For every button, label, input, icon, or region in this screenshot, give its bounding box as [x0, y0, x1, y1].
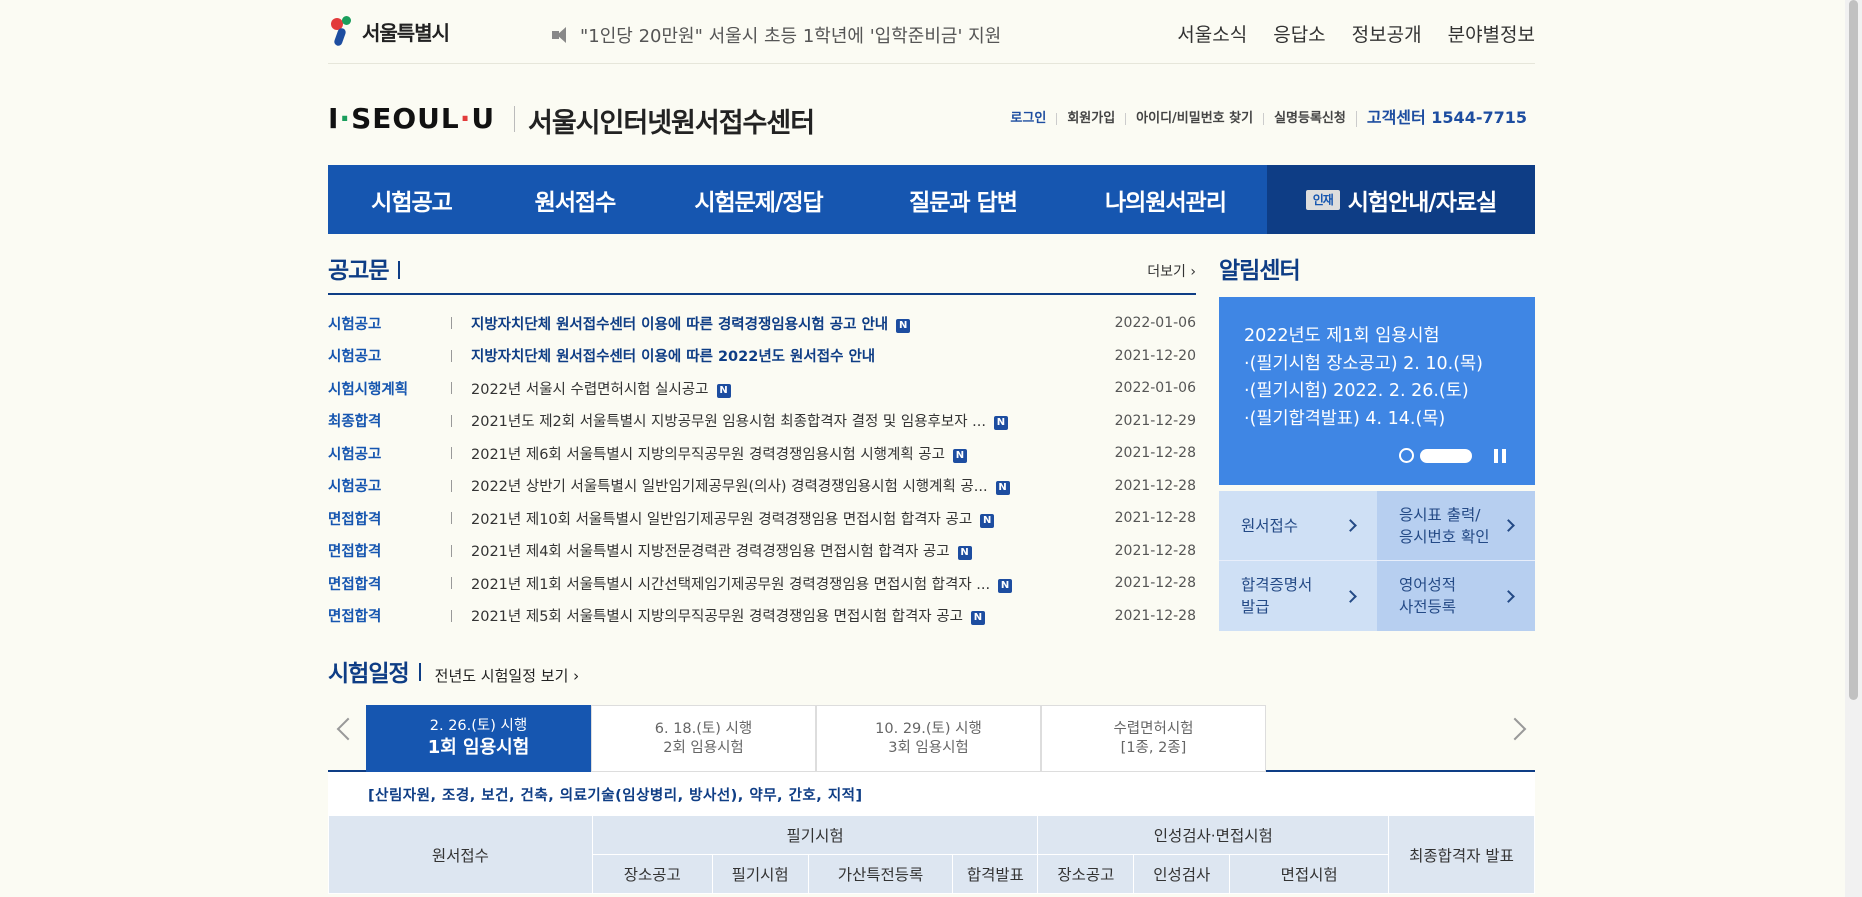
nav-application[interactable]: 원서접수 [495, 165, 655, 234]
nav-exam-questions-answers[interactable]: 시험문제/정답 [655, 165, 862, 234]
chevron-right-icon [1502, 589, 1515, 603]
alarm-center: 알림센터 2022년도 제1회 임용시험 ·(필기시험 장소공고) 2. 10.… [1219, 251, 1535, 631]
new-badge: N [896, 318, 911, 333]
notice-row[interactable]: 면접합격 2021년 제5회 서울특별시 지방의무직공무원 경력경쟁임용 면접시험… [328, 600, 1196, 633]
top-nav-field-info[interactable]: 분야별정보 [1448, 20, 1535, 47]
page-scrollbar[interactable] [1845, 0, 1862, 897]
alarm-banner[interactable]: 2022년도 제1회 임용시험 ·(필기시험 장소공고) 2. 10.(목) ·… [1219, 297, 1535, 485]
notice-row[interactable]: 시험공고 지방자치단체 원서접수센터 이용에 따른 2022년도 원서접수 안내 2… [328, 340, 1196, 373]
news-text: "1인당 20만원" 서울시 초등 1학년에 '입학준비금' 지원 [580, 26, 1002, 47]
new-badge: N [970, 611, 985, 626]
new-badge: N [952, 448, 967, 463]
notice-section: 공고문 더보기 › 시험공고 지방자치단체 원서접수센터 이용에 따른 경력경쟁임… [328, 251, 1196, 632]
notice-row[interactable]: 시험공고 2022년 상반기 서울특별시 일반임기제공무원(의사) 경력경쟁임용시… [328, 470, 1196, 503]
chevron-right-icon [1502, 519, 1515, 532]
exam-fields: [산림자원, 조경, 보건, 건축, 의료기술(임상병리, 방사선), 약무, … [328, 772, 1535, 815]
chevron-left-icon[interactable] [336, 717, 360, 741]
nav-qna[interactable]: 질문과 답변 [862, 165, 1064, 234]
schedule-table: 원서접수 필기시험 인성검사·면접시험 최종합격자 발표 장소공고 필기시험 가… [328, 815, 1535, 894]
quick-apply[interactable]: 원서접수 [1219, 491, 1377, 561]
quick-admission-ticket[interactable]: 응시표 출력/응시번호 확인 [1377, 491, 1535, 561]
col-apply: 원서접수 [328, 815, 593, 894]
customer-center: 고객센터 1544-7715 [1366, 108, 1527, 127]
pause-icon[interactable] [1494, 448, 1506, 463]
schedule-header: 시험일정 전년도 시험일정 보기 › [328, 654, 1535, 688]
brand-row: I·SEOUL·U 서울시인터넷원서접수센터 로그인 회원가입 아이디/비밀번호… [328, 64, 1535, 165]
notice-row[interactable]: 면접합격 2021년 제1회 서울특별시 시간선택제임기제공무원 경력경쟁임용 면… [328, 567, 1196, 600]
find-id-password-link[interactable]: 아이디/비밀번호 찾기 [1125, 112, 1263, 125]
notice-row[interactable]: 면접합격 2021년 제10회 서울특별시 일반임기제공무원 경력경쟁임용 면접시… [328, 502, 1196, 535]
chevron-right-icon [1344, 589, 1357, 603]
tab-exam-2[interactable]: 6. 18.(토) 시행 2회 임용시험 [591, 705, 816, 772]
page-container: 서울특별시 "1인당 20만원" 서울시 초등 1학년에 '입학준비금' 지원 … [328, 0, 1535, 894]
utility-links: 로그인 회원가입 아이디/비밀번호 찾기 실명등록신청 고객센터 1544-77… [1000, 108, 1527, 127]
site-title[interactable]: 서울시인터넷원서접수센터 [528, 101, 815, 140]
tab-exam-1[interactable]: 2. 26.(토) 시행 1회 임용시험 [366, 705, 591, 772]
nav-exam-guide-resources[interactable]: 인재 시험안내/자료실 [1267, 165, 1535, 234]
schedule-section: 시험일정 전년도 시험일정 보기 › 2. 26.(토) 시행 1회 임용시험 6… [328, 654, 1535, 894]
slide-dot-icon[interactable] [1399, 448, 1414, 463]
seoul-emblem-icon [328, 16, 358, 47]
col-interview: 인성검사·면접시험 [1037, 815, 1390, 855]
nav-my-applications[interactable]: 나의원서관리 [1064, 165, 1267, 234]
top-bar: 서울특별시 "1인당 20만원" 서울시 초등 1학년에 '입학준비금' 지원 … [328, 0, 1535, 64]
brand-divider [514, 106, 515, 132]
notice-row[interactable]: 최종합격 2021년도 제2회 서울특별시 지방공무원 임용시험 최종합격자 결정… [328, 405, 1196, 438]
col-written: 필기시험 [591, 815, 1039, 855]
tab-hunting-license[interactable]: 수렵면허시험 [1종, 2종] [1041, 705, 1266, 772]
seoul-city-name: 서울특별시 [362, 20, 450, 45]
notice-row[interactable]: 시험시행계획 2022년 서울시 수렵면허시험 실시공고 N 2022-01-06 [328, 372, 1196, 405]
talent-badge-icon: 인재 [1305, 189, 1340, 210]
news-ticker[interactable]: "1인당 20만원" 서울시 초등 1학년에 '입학준비금' 지원 [552, 22, 1001, 48]
nav-exam-guide-label: 시험안내/자료실 [1347, 189, 1498, 216]
notice-list: 시험공고 지방자치단체 원서접수센터 이용에 따른 경력경쟁임용시험 공고 안내 N… [328, 307, 1196, 632]
chevron-right-icon [1344, 519, 1357, 532]
alarm-title: 알림센터 [1219, 258, 1301, 284]
new-badge: N [980, 513, 995, 528]
nav-exam-notice[interactable]: 시험공고 [328, 165, 495, 234]
notice-row[interactable]: 시험공고 지방자치단체 원서접수센터 이용에 따른 경력경쟁임용시험 공고 안내 N… [328, 307, 1196, 340]
new-badge: N [998, 578, 1013, 593]
prev-year-schedule-link[interactable]: 전년도 시험일정 보기 › [435, 665, 580, 686]
login-link[interactable]: 로그인 [1000, 112, 1056, 125]
new-badge: N [957, 546, 972, 561]
notice-row[interactable]: 면접합격 2021년 제4회 서울특별시 지방전문경력관 경력경쟁임용 면접시험 … [328, 535, 1196, 568]
signup-link[interactable]: 회원가입 [1056, 112, 1125, 125]
top-nav-eungdapso[interactable]: 응답소 [1273, 20, 1325, 47]
main-nav: 시험공고 원서접수 시험문제/정답 질문과 답변 나의원서관리 인재 시험안내/… [328, 165, 1535, 234]
notice-header: 공고문 더보기 › [328, 251, 1196, 295]
slide-active-indicator[interactable] [1420, 448, 1472, 463]
scrollbar-thumb[interactable] [1849, 0, 1858, 700]
quick-links: 원서접수 응시표 출력/응시번호 확인 합격증명서 발급 영어성적 사전등록 [1219, 491, 1535, 631]
banner-controls [1399, 448, 1506, 463]
tab-exam-3[interactable]: 10. 29.(토) 시행 3회 임용시험 [816, 705, 1041, 772]
top-nav-seoul-news[interactable]: 서울소식 [1177, 20, 1247, 47]
schedule-title: 시험일정 [328, 661, 410, 687]
speaker-icon [552, 26, 574, 44]
notice-more-link[interactable]: 더보기 › [1147, 261, 1196, 281]
col-final: 최종합격자 발표 [1388, 815, 1535, 894]
top-nav-info-disclosure[interactable]: 정보공개 [1352, 20, 1422, 47]
new-badge: N [716, 383, 731, 398]
notice-title: 공고문 [328, 258, 389, 284]
iseoulu-logo[interactable]: I·SEOUL·U [328, 102, 495, 135]
notice-row[interactable]: 시험공고 2021년 제6회 서울특별시 지방의무직공무원 경력경쟁임용시험 시행… [328, 437, 1196, 470]
new-badge: N [995, 481, 1010, 496]
quick-pass-certificate[interactable]: 합격증명서 발급 [1219, 561, 1377, 631]
new-badge: N [993, 416, 1008, 431]
chevron-right-icon[interactable] [1503, 717, 1527, 741]
seoul-city-logo[interactable]: 서울특별시 [328, 16, 450, 47]
schedule-tabs: 2. 26.(토) 시행 1회 임용시험 6. 18.(토) 시행 2회 임용시험 … [328, 705, 1535, 772]
top-nav: 서울소식 응답소 정보공개 분야별정보 [1177, 20, 1535, 47]
quick-english-score[interactable]: 영어성적 사전등록 [1377, 561, 1535, 631]
real-name-register-link[interactable]: 실명등록신청 [1263, 112, 1356, 125]
